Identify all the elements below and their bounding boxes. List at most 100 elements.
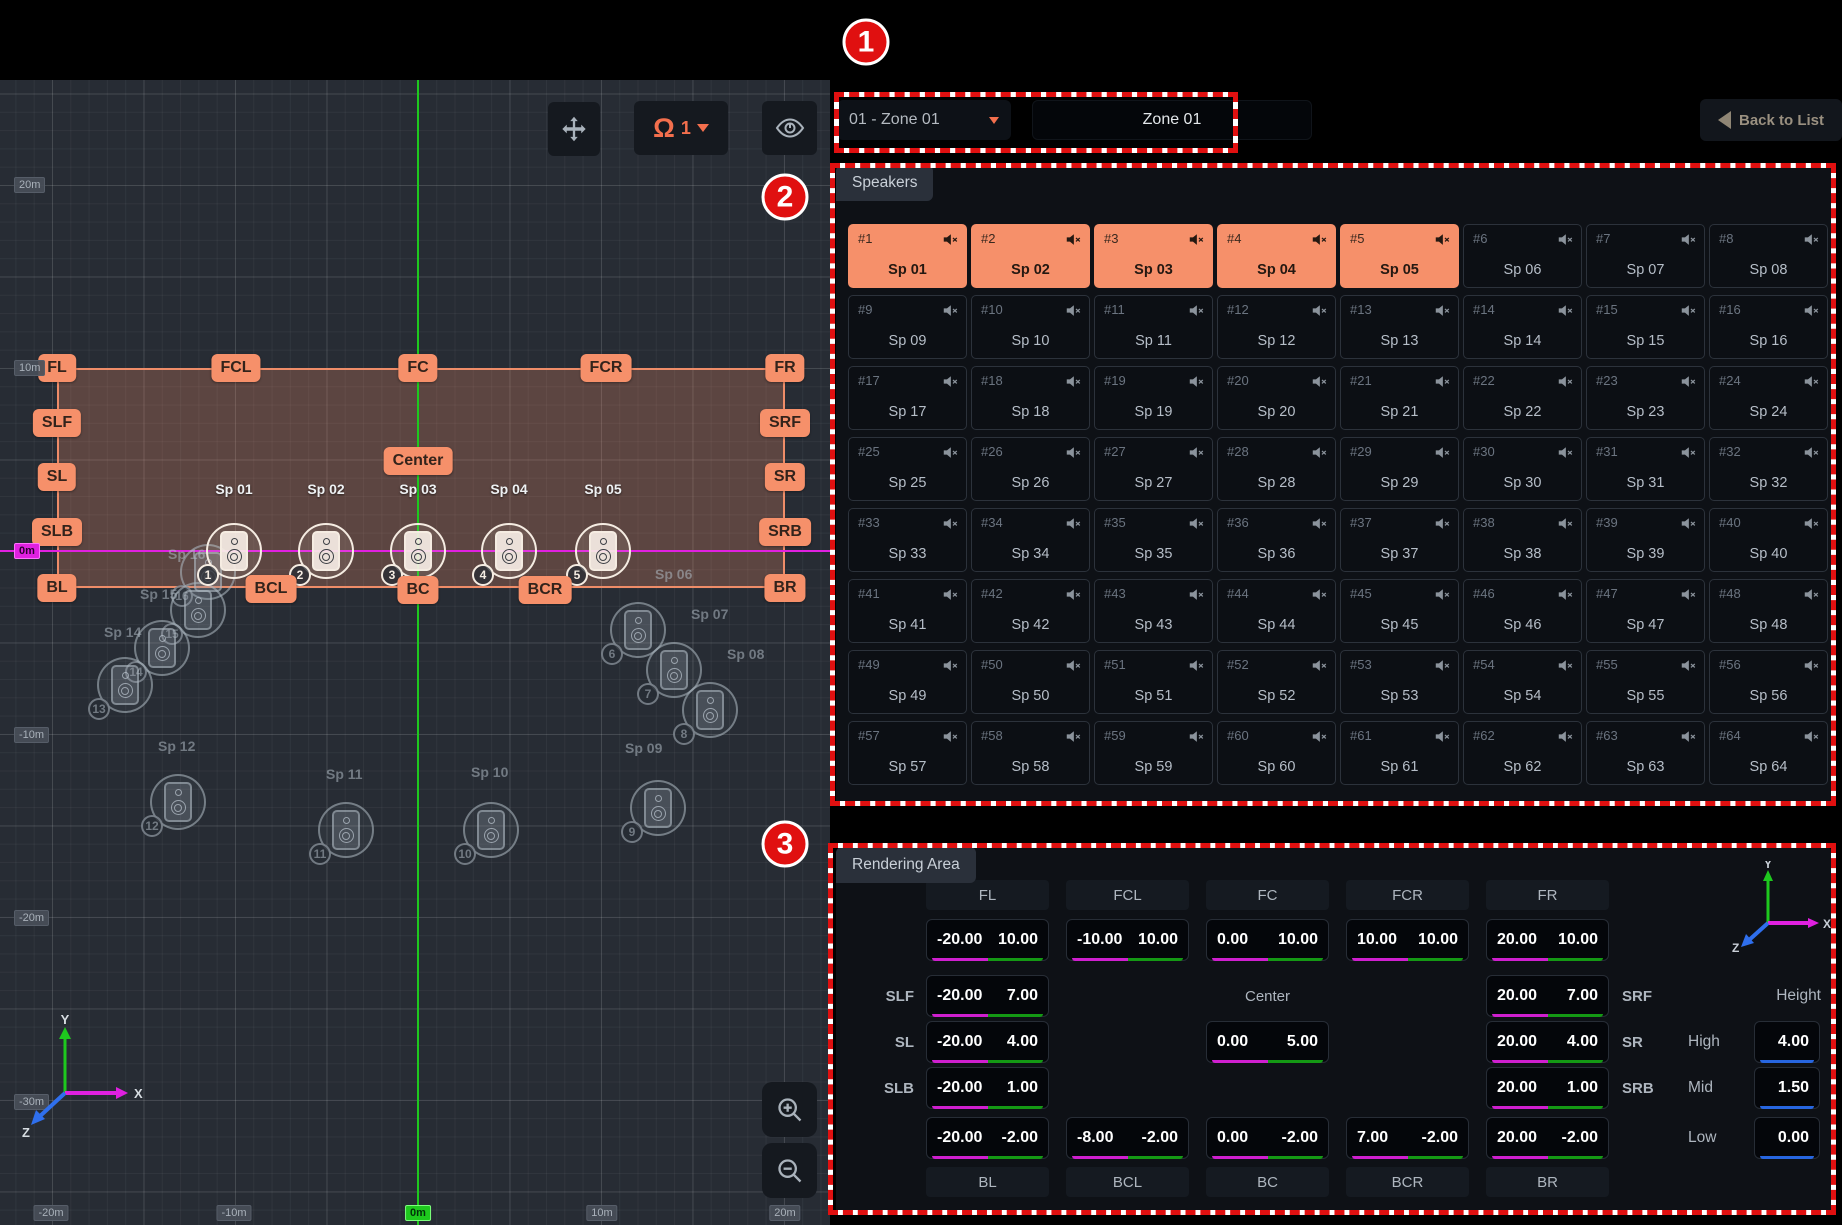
mute-icon[interactable] (1557, 231, 1574, 253)
speaker-cell[interactable]: #26Sp 26 (971, 437, 1090, 501)
area-node-bcl[interactable]: BCL (246, 575, 297, 603)
speaker-cell[interactable]: #22Sp 22 (1463, 366, 1582, 430)
speaker-cell[interactable]: #31Sp 31 (1586, 437, 1705, 501)
coords-bcr[interactable]: 7.00-2.00 (1346, 1117, 1469, 1159)
mute-icon[interactable] (1680, 515, 1697, 537)
mute-icon[interactable] (1065, 515, 1082, 537)
mute-icon[interactable] (1311, 444, 1328, 466)
mute-icon[interactable] (1803, 231, 1820, 253)
speaker-cell[interactable]: #47Sp 47 (1586, 579, 1705, 643)
zoom-out-button[interactable] (762, 1143, 817, 1198)
mute-icon[interactable] (1188, 728, 1205, 750)
mute-icon[interactable] (1803, 657, 1820, 679)
mute-icon[interactable] (1557, 373, 1574, 395)
speaker-cell[interactable]: #2Sp 02 (971, 224, 1090, 288)
mute-icon[interactable] (1803, 586, 1820, 608)
height-value-mid[interactable]: 1.50 (1754, 1067, 1820, 1109)
speaker-cell[interactable]: #14Sp 14 (1463, 295, 1582, 359)
speaker-cell[interactable]: #60Sp 60 (1217, 721, 1336, 785)
speaker-cell[interactable]: #34Sp 34 (971, 508, 1090, 572)
mute-icon[interactable] (1311, 586, 1328, 608)
mute-icon[interactable] (1557, 586, 1574, 608)
speaker-cell[interactable]: #8Sp 08 (1709, 224, 1828, 288)
area-node-srf[interactable]: SRF (760, 409, 810, 437)
area-node-bl[interactable]: BL (37, 574, 76, 602)
speaker-cell[interactable]: #6Sp 06 (1463, 224, 1582, 288)
speaker-cell[interactable]: #41Sp 41 (848, 579, 967, 643)
mute-icon[interactable] (1311, 728, 1328, 750)
mute-icon[interactable] (1557, 657, 1574, 679)
mute-icon[interactable] (1311, 515, 1328, 537)
mute-icon[interactable] (1188, 231, 1205, 253)
area-node-center[interactable]: Center (384, 447, 453, 475)
speaker-cell[interactable]: #54Sp 54 (1463, 650, 1582, 714)
speaker-cell[interactable]: #21Sp 21 (1340, 366, 1459, 430)
mute-icon[interactable] (1803, 515, 1820, 537)
speaker-cell[interactable]: #58Sp 58 (971, 721, 1090, 785)
speaker-cell[interactable]: #38Sp 38 (1463, 508, 1582, 572)
speaker-marker[interactable]: 3Sp 03 (390, 523, 446, 579)
height-value-low[interactable]: 0.00 (1754, 1117, 1820, 1159)
mute-icon[interactable] (1065, 373, 1082, 395)
coords-bcl[interactable]: -8.00-2.00 (1066, 1117, 1189, 1159)
height-value-high[interactable]: 4.00 (1754, 1021, 1820, 1063)
coords-fcr[interactable]: 10.0010.00 (1346, 919, 1469, 961)
speaker-cell[interactable]: #25Sp 25 (848, 437, 967, 501)
speaker-cell[interactable]: #35Sp 35 (1094, 508, 1213, 572)
zone-name-input[interactable] (1032, 100, 1312, 140)
speaker-cell[interactable]: #1Sp 01 (848, 224, 967, 288)
speaker-cell[interactable]: #20Sp 20 (1217, 366, 1336, 430)
mute-icon[interactable] (1311, 373, 1328, 395)
coords-slf[interactable]: -20.007.00 (926, 975, 1049, 1017)
speaker-marker[interactable]: 2Sp 02 (298, 523, 354, 579)
area-node-fr[interactable]: FR (765, 354, 804, 382)
speaker-cell[interactable]: #23Sp 23 (1586, 366, 1705, 430)
area-node-bc[interactable]: BC (397, 576, 438, 604)
mute-icon[interactable] (1557, 444, 1574, 466)
coords-fl[interactable]: -20.0010.00 (926, 919, 1049, 961)
mute-icon[interactable] (1803, 728, 1820, 750)
coords-center[interactable]: 0.005.00 (1206, 1021, 1329, 1063)
rendering-area-panel-tab[interactable]: Rendering Area (836, 847, 976, 883)
speaker-marker[interactable]: 1Sp 01 (206, 523, 262, 579)
mute-icon[interactable] (942, 586, 959, 608)
mute-icon[interactable] (1188, 444, 1205, 466)
speaker-cell[interactable]: #4Sp 04 (1217, 224, 1336, 288)
mute-icon[interactable] (1065, 728, 1082, 750)
mute-icon[interactable] (1188, 586, 1205, 608)
speaker-cell[interactable]: #18Sp 18 (971, 366, 1090, 430)
mute-icon[interactable] (1680, 302, 1697, 324)
mute-icon[interactable] (1311, 302, 1328, 324)
mute-icon[interactable] (942, 231, 959, 253)
speaker-cell[interactable]: #19Sp 19 (1094, 366, 1213, 430)
coords-srf[interactable]: 20.007.00 (1486, 975, 1609, 1017)
speaker-cell[interactable]: #46Sp 46 (1463, 579, 1582, 643)
coords-br[interactable]: 20.00-2.00 (1486, 1117, 1609, 1159)
mute-icon[interactable] (942, 373, 959, 395)
area-node-slb[interactable]: SLB (32, 518, 82, 546)
coords-bl[interactable]: -20.00-2.00 (926, 1117, 1049, 1159)
mute-icon[interactable] (1680, 586, 1697, 608)
speaker-cell[interactable]: #33Sp 33 (848, 508, 967, 572)
speaker-cell[interactable]: #10Sp 10 (971, 295, 1090, 359)
speaker-marker[interactable]: 4Sp 04 (481, 523, 537, 579)
mute-icon[interactable] (1434, 373, 1451, 395)
mute-icon[interactable] (1188, 515, 1205, 537)
speaker-cell[interactable]: #3Sp 03 (1094, 224, 1213, 288)
speaker-cell[interactable]: #44Sp 44 (1217, 579, 1336, 643)
mute-icon[interactable] (1188, 373, 1205, 395)
area-node-fcl[interactable]: FCL (211, 354, 260, 382)
speakers-panel-tab[interactable]: Speakers (836, 165, 933, 201)
snap-magnet-button[interactable]: Ω 1 (634, 101, 728, 155)
zoom-in-button[interactable] (762, 1082, 817, 1137)
mute-icon[interactable] (942, 728, 959, 750)
speaker-cell[interactable]: #64Sp 64 (1709, 721, 1828, 785)
mute-icon[interactable] (1188, 302, 1205, 324)
mute-icon[interactable] (1065, 657, 1082, 679)
mute-icon[interactable] (942, 657, 959, 679)
speaker-cell[interactable]: #17Sp 17 (848, 366, 967, 430)
mute-icon[interactable] (1557, 302, 1574, 324)
pan-tool-button[interactable] (548, 102, 600, 156)
mute-icon[interactable] (1434, 444, 1451, 466)
speaker-layout-canvas[interactable]: 20m10m0m-10m-20m-30m-20m-10m0m10m20m16Sp… (0, 80, 830, 1225)
